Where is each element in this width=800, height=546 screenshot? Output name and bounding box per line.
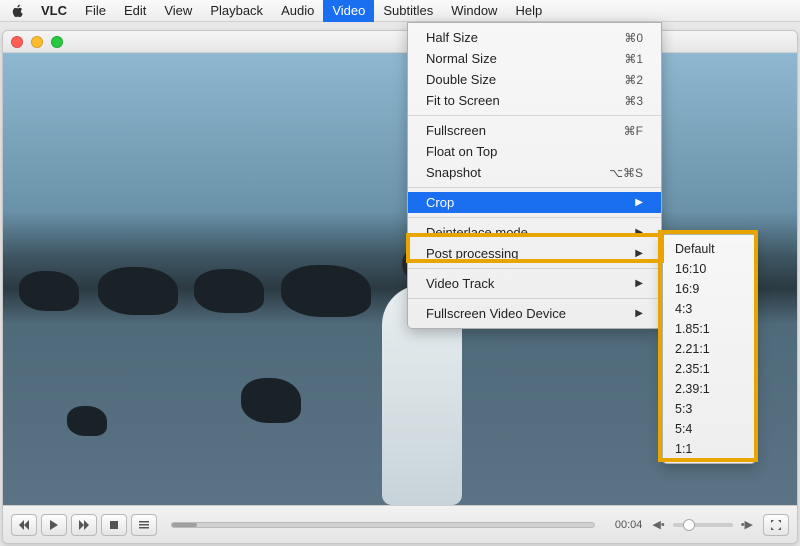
menu-label: Crop: [426, 195, 454, 210]
seek-bar[interactable]: [171, 522, 595, 528]
menubar-edit[interactable]: Edit: [115, 0, 155, 22]
menu-label: 2.39:1: [675, 382, 710, 396]
menu-label: 5:3: [675, 402, 692, 416]
menu-label: 16:9: [675, 282, 699, 296]
crop-option-5-3[interactable]: 5:3: [663, 399, 755, 419]
menubar-video[interactable]: Video: [323, 0, 374, 22]
menu-label: 2.35:1: [675, 362, 710, 376]
menu-post-processing[interactable]: Post processing ▶: [408, 243, 661, 264]
menu-label: Default: [675, 242, 715, 256]
menu-label: Snapshot: [426, 165, 481, 180]
menu-fullscreen-video-device[interactable]: Fullscreen Video Device ▶: [408, 303, 661, 324]
crop-option-1-1[interactable]: 1:1: [663, 439, 755, 459]
apple-logo-icon[interactable]: [10, 4, 24, 18]
playback-controls: 00:04 ◀︎• •▶︎: [3, 505, 797, 543]
menu-normal-size[interactable]: Normal Size ⌘1: [408, 48, 661, 69]
menubar-view[interactable]: View: [155, 0, 201, 22]
time-elapsed: 00:04: [615, 519, 643, 531]
menu-label: Deinterlace mode: [426, 225, 528, 240]
crop-option-2-21-1[interactable]: 2.21:1: [663, 339, 755, 359]
menu-label: 5:4: [675, 422, 692, 436]
menubar-file[interactable]: File: [76, 0, 115, 22]
menu-snapshot[interactable]: Snapshot ⌥⌘S: [408, 162, 661, 183]
video-menu: Half Size⌘0 Normal Size⌘1 Double Size⌘2 …: [407, 22, 662, 329]
menu-separator: [408, 298, 661, 299]
rewind-button[interactable]: [11, 514, 37, 536]
window-titlebar: [3, 31, 797, 53]
system-menubar: VLC File Edit View Playback Audio Video …: [0, 0, 800, 22]
fast-forward-button[interactable]: [71, 514, 97, 536]
menubar-window[interactable]: Window: [442, 0, 506, 22]
crop-option-2-35-1[interactable]: 2.35:1: [663, 359, 755, 379]
volume-down-icon[interactable]: ◀︎•: [652, 518, 664, 531]
fullscreen-button[interactable]: [763, 514, 789, 536]
menu-shortcut: ⌘3: [624, 94, 643, 108]
menu-separator: [408, 187, 661, 188]
menu-label: Half Size: [426, 30, 478, 45]
video-content-decoration: [241, 378, 301, 423]
volume-slider[interactable]: [673, 523, 733, 527]
window-zoom-button[interactable]: [51, 36, 63, 48]
menu-label: 16:10: [675, 262, 706, 276]
menubar-app-name[interactable]: VLC: [32, 0, 76, 22]
menu-video-track[interactable]: Video Track ▶: [408, 273, 661, 294]
video-content-decoration: [67, 406, 107, 436]
playlist-button[interactable]: [131, 514, 157, 536]
menubar-playback[interactable]: Playback: [201, 0, 272, 22]
menu-label: Post processing: [426, 246, 519, 261]
crop-option-5-4[interactable]: 5:4: [663, 419, 755, 439]
menu-label: Float on Top: [426, 144, 497, 159]
submenu-arrow-icon: ▶: [635, 248, 643, 259]
menu-half-size[interactable]: Half Size ⌘0: [408, 27, 661, 48]
menu-separator: [408, 217, 661, 218]
submenu-arrow-icon: ▶: [635, 197, 643, 208]
submenu-arrow-icon: ▶: [635, 227, 643, 238]
menu-shortcut: ⌘1: [624, 52, 643, 66]
menu-fullscreen[interactable]: Fullscreen ⌘F: [408, 120, 661, 141]
menu-float-on-top[interactable]: Float on Top: [408, 141, 661, 162]
play-button[interactable]: [41, 514, 67, 536]
menu-label: Fit to Screen: [426, 93, 500, 108]
menu-shortcut: ⌘2: [624, 73, 643, 87]
crop-option-default[interactable]: Default: [663, 239, 755, 259]
crop-option-16-10[interactable]: 16:10: [663, 259, 755, 279]
menu-fit-to-screen[interactable]: Fit to Screen ⌘3: [408, 90, 661, 111]
menu-separator: [408, 115, 661, 116]
crop-option-2-39-1[interactable]: 2.39:1: [663, 379, 755, 399]
menu-label: Fullscreen: [426, 123, 486, 138]
menubar-help[interactable]: Help: [506, 0, 551, 22]
submenu-arrow-icon: ▶: [635, 278, 643, 289]
menu-label: 1.85:1: [675, 322, 710, 336]
menu-shortcut: ⌘0: [624, 31, 643, 45]
window-close-button[interactable]: [11, 36, 23, 48]
crop-submenu: Default 16:10 16:9 4:3 1.85:1 2.21:1 2.3…: [662, 234, 756, 464]
menu-double-size[interactable]: Double Size ⌘2: [408, 69, 661, 90]
volume-up-icon[interactable]: •▶︎: [741, 518, 753, 531]
seek-progress: [172, 523, 197, 527]
menu-label: 2.21:1: [675, 342, 710, 356]
volume-knob[interactable]: [683, 519, 695, 531]
menu-shortcut: ⌥⌘S: [609, 166, 643, 180]
window-minimize-button[interactable]: [31, 36, 43, 48]
menu-shortcut: ⌘F: [624, 124, 643, 138]
menu-label: Video Track: [426, 276, 494, 291]
menu-deinterlace-mode[interactable]: Deinterlace mode ▶: [408, 222, 661, 243]
crop-option-16-9[interactable]: 16:9: [663, 279, 755, 299]
menu-label: Double Size: [426, 72, 496, 87]
menu-label: 1:1: [675, 442, 692, 456]
stop-button[interactable]: [101, 514, 127, 536]
crop-option-1-85-1[interactable]: 1.85:1: [663, 319, 755, 339]
submenu-arrow-icon: ▶: [635, 308, 643, 319]
menubar-subtitles[interactable]: Subtitles: [374, 0, 442, 22]
menu-label: 4:3: [675, 302, 692, 316]
menubar-audio[interactable]: Audio: [272, 0, 323, 22]
menu-separator: [408, 268, 661, 269]
menu-label: Normal Size: [426, 51, 497, 66]
menu-label: Fullscreen Video Device: [426, 306, 566, 321]
crop-option-4-3[interactable]: 4:3: [663, 299, 755, 319]
menu-crop[interactable]: Crop ▶: [408, 192, 661, 213]
